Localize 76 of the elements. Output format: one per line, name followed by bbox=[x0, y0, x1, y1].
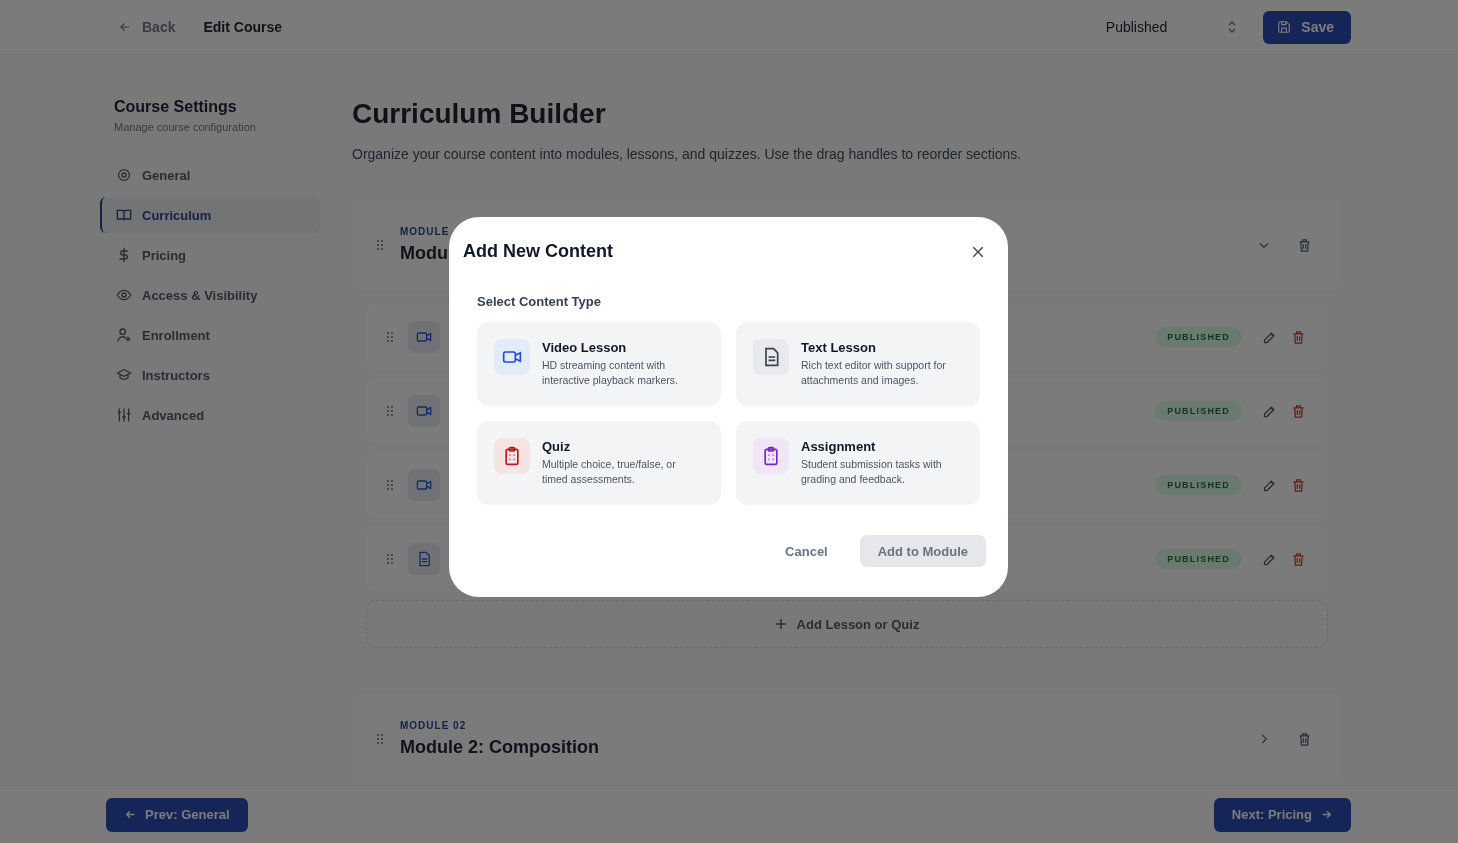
status-badge: PUBLISHED bbox=[1155, 549, 1242, 569]
user-icon bbox=[116, 327, 132, 343]
sliders-icon bbox=[116, 407, 132, 423]
option-description: HD streaming content with interactive playback markers. bbox=[542, 358, 679, 388]
clipboard-icon bbox=[753, 438, 789, 474]
module-label: MODULE 02 bbox=[400, 720, 468, 731]
option-title: Text Lesson bbox=[801, 340, 877, 355]
sidebar-item[interactable]: Enrollment bbox=[100, 317, 320, 353]
trash-icon[interactable] bbox=[1291, 477, 1306, 493]
module-title: Module 2: Composition bbox=[400, 737, 599, 758]
drag-handle-icon[interactable] bbox=[376, 239, 384, 251]
sidebar-item[interactable]: Instructors bbox=[100, 357, 320, 393]
arrow-right-icon bbox=[1320, 808, 1333, 821]
option-title: Quiz bbox=[542, 439, 572, 454]
content-type-option[interactable]: Video Lesson HD streaming content with interactive playback markers. bbox=[477, 322, 721, 406]
status-select[interactable]: Published bbox=[1099, 18, 1244, 36]
book-icon bbox=[116, 207, 132, 223]
trash-icon[interactable] bbox=[1297, 237, 1312, 253]
edit-icon[interactable] bbox=[1262, 477, 1277, 493]
status-badge: PUBLISHED bbox=[1155, 401, 1242, 421]
video-camera-icon bbox=[408, 469, 440, 501]
sidebar-item[interactable]: Curriculum bbox=[100, 197, 320, 233]
section-label: Select Content Type bbox=[477, 294, 602, 309]
content-type-option[interactable]: Quiz Multiple choice, true/false, or timed assessments. bbox=[477, 421, 721, 505]
chevron-updown-icon bbox=[1227, 20, 1238, 34]
drag-handle-icon[interactable] bbox=[386, 331, 394, 343]
drag-handle-icon[interactable] bbox=[386, 405, 394, 417]
video-camera-icon bbox=[408, 321, 440, 353]
sidebar-item[interactable]: Advanced bbox=[100, 397, 320, 433]
status-badge: PUBLISHED bbox=[1155, 327, 1242, 347]
next-button[interactable]: Next: Pricing bbox=[1213, 797, 1351, 832]
edit-icon[interactable] bbox=[1262, 403, 1277, 419]
option-description: Rich text editor with support for attachments and images. bbox=[801, 358, 947, 388]
drag-handle-icon[interactable] bbox=[376, 733, 384, 745]
option-title: Video Lesson bbox=[542, 340, 628, 355]
cancel-button[interactable]: Cancel bbox=[779, 542, 834, 560]
option-title: Assignment bbox=[801, 439, 877, 454]
document-icon bbox=[408, 543, 440, 575]
page-description: Organize your course content into modules, lessons, and quizzes. Use the drag handles to reorder sections. bbox=[352, 146, 1023, 162]
add-lesson-button[interactable]: Add Lesson or Quiz bbox=[366, 600, 1328, 648]
trash-icon[interactable] bbox=[1291, 403, 1306, 419]
edit-icon[interactable] bbox=[1262, 329, 1277, 345]
page-heading: Curriculum Builder bbox=[352, 98, 607, 130]
option-description: Multiple choice, true/false, or timed assessments. bbox=[542, 457, 677, 487]
drag-handle-icon[interactable] bbox=[386, 553, 394, 565]
option-description: Student submission tasks with grading and feedback. bbox=[801, 457, 943, 487]
module-label: MODULE bbox=[400, 226, 450, 237]
cap-icon bbox=[116, 367, 132, 383]
plus-icon bbox=[774, 618, 787, 630]
sidebar-subtitle: Manage course configuration bbox=[113, 121, 257, 133]
sidebar-title: Course Settings bbox=[113, 98, 238, 116]
arrow-left-icon bbox=[124, 808, 137, 821]
edit-icon[interactable] bbox=[1262, 551, 1277, 567]
trash-icon[interactable] bbox=[1291, 329, 1306, 345]
sidebar-item[interactable]: General bbox=[100, 157, 320, 193]
modal-title: Add New Content bbox=[463, 241, 613, 262]
eye-icon bbox=[116, 287, 132, 303]
clipboard-icon bbox=[494, 438, 530, 474]
video-camera-icon bbox=[494, 339, 530, 375]
drag-handle-icon[interactable] bbox=[386, 479, 394, 491]
video-camera-icon bbox=[408, 395, 440, 427]
sidebar-item[interactable]: Access & Visibility bbox=[100, 277, 320, 313]
page-title: Edit Course bbox=[203, 19, 283, 35]
content-type-option[interactable]: Text Lesson Rich text editor with support for attachments and images. bbox=[736, 322, 980, 406]
prev-button[interactable]: Prev: General bbox=[106, 797, 248, 832]
status-badge: PUBLISHED bbox=[1155, 475, 1242, 495]
gear-icon bbox=[116, 167, 132, 183]
content-type-option[interactable]: Assignment Student submission tasks with grading and feedback. bbox=[736, 421, 980, 505]
save-button[interactable]: Save bbox=[1263, 10, 1351, 44]
back-link[interactable]: Back bbox=[118, 19, 176, 35]
sidebar-item[interactable]: Pricing bbox=[100, 237, 320, 273]
trash-icon[interactable] bbox=[1297, 731, 1312, 747]
document-icon bbox=[753, 339, 789, 375]
module-title: Modu bbox=[400, 243, 449, 264]
arrow-left-icon bbox=[118, 20, 132, 34]
trash-icon[interactable] bbox=[1291, 551, 1306, 567]
